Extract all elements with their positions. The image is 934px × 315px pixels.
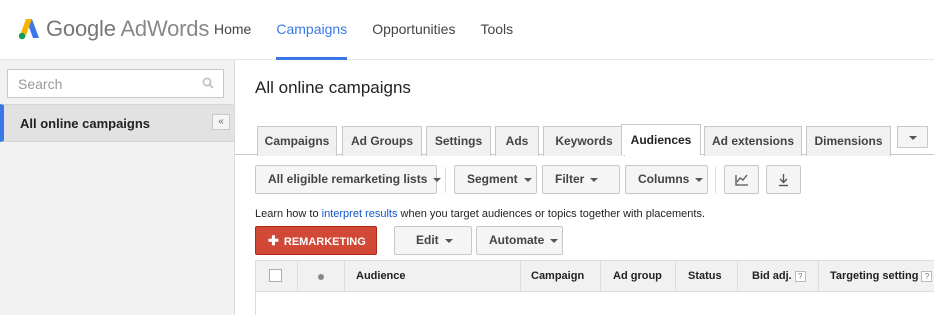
toolbar-divider xyxy=(715,167,716,193)
chevron-down-icon xyxy=(695,177,704,182)
info-text: Learn how to interpret results when you … xyxy=(255,208,705,220)
collapse-sidebar-button[interactable]: « xyxy=(212,114,230,130)
sidebar-search xyxy=(7,69,224,98)
plus-icon: ✚ xyxy=(268,233,279,248)
sidebar: All online campaigns « xyxy=(0,60,235,315)
nav-campaigns[interactable]: Campaigns xyxy=(276,0,348,60)
filter-label: Filter xyxy=(555,172,585,186)
chevron-down-icon xyxy=(909,136,917,140)
columns-label: Columns xyxy=(638,172,690,186)
tab-audiences[interactable]: Audiences xyxy=(621,124,701,155)
adwords-logo-icon xyxy=(18,19,39,40)
nav-opportunities[interactable]: Opportunities xyxy=(372,0,455,60)
remarketing-label: REMARKETING xyxy=(283,236,366,248)
filter-dropdown[interactable]: Filter xyxy=(542,165,620,194)
column-ad-group[interactable]: Ad group xyxy=(601,261,676,291)
more-tabs-button[interactable] xyxy=(897,126,928,148)
tab-ads[interactable]: Ads xyxy=(495,126,539,156)
tab-settings[interactable]: Settings xyxy=(426,126,491,156)
chevron-down-icon xyxy=(444,238,453,243)
status-dot-icon xyxy=(318,274,324,280)
column-bid-adj[interactable]: Bid adj.? xyxy=(738,261,819,291)
tab-dimensions[interactable]: Dimensions xyxy=(806,126,891,156)
tab-campaigns[interactable]: Campaigns xyxy=(257,126,337,156)
add-remarketing-button[interactable]: ✚ REMARKETING xyxy=(255,226,377,255)
tab-ad-groups[interactable]: Ad Groups xyxy=(342,126,422,156)
tab-keywords[interactable]: Keywords xyxy=(543,126,625,156)
line-chart-icon xyxy=(735,174,748,186)
targeting-setting-label: Targeting setting xyxy=(830,270,919,282)
table-body xyxy=(255,292,934,315)
edit-label: Edit xyxy=(416,233,439,247)
chevron-down-icon xyxy=(523,177,532,182)
main-nav: Home Campaigns Opportunities Tools xyxy=(214,0,538,60)
info-text-before: Learn how to xyxy=(255,208,322,220)
toolbar-divider xyxy=(445,167,446,193)
help-icon[interactable]: ? xyxy=(921,270,933,282)
info-text-after: when you target audiences or topics toge… xyxy=(397,208,706,220)
automate-dropdown[interactable]: Automate xyxy=(476,226,563,255)
edit-dropdown[interactable]: Edit xyxy=(394,226,472,255)
chevron-down-icon xyxy=(590,177,599,182)
status-dot-column xyxy=(298,261,345,291)
remarketing-lists-label: All eligible remarketing lists xyxy=(268,172,428,186)
bid-adj-label: Bid adj. xyxy=(752,270,792,282)
search-input[interactable] xyxy=(8,70,188,97)
interpret-results-link[interactable]: interpret results xyxy=(322,208,398,220)
search-icon[interactable] xyxy=(202,77,214,89)
page-title: All online campaigns xyxy=(255,78,411,97)
column-campaign[interactable]: Campaign xyxy=(521,261,601,291)
chevron-down-icon xyxy=(550,238,559,243)
tab-bar: Campaigns Ad Groups Settings Ads Keyword… xyxy=(235,124,934,156)
top-bar: Google AdWords Home Campaigns Opportunit… xyxy=(0,0,934,60)
brand-name: Google AdWords xyxy=(46,16,210,41)
tab-ad-extensions[interactable]: Ad extensions xyxy=(704,126,802,156)
table-header: Audience Campaign Ad group Status Bid ad… xyxy=(255,260,934,292)
sidebar-item-all-online-campaigns[interactable]: All online campaigns « xyxy=(0,104,234,142)
adwords-logo[interactable]: Google AdWords xyxy=(18,14,209,44)
columns-dropdown[interactable]: Columns xyxy=(625,165,708,194)
remarketing-lists-dropdown[interactable]: All eligible remarketing lists xyxy=(255,165,442,194)
segment-label: Segment xyxy=(467,172,518,186)
column-status[interactable]: Status xyxy=(676,261,738,291)
sidebar-item-label: All online campaigns xyxy=(20,116,151,131)
nav-tools[interactable]: Tools xyxy=(480,0,513,60)
automate-label: Automate xyxy=(489,233,545,247)
select-all-checkbox[interactable] xyxy=(269,269,282,282)
column-targeting-setting[interactable]: Targeting setting? xyxy=(819,261,934,291)
nav-home[interactable]: Home xyxy=(214,0,251,60)
help-icon[interactable]: ? xyxy=(794,270,806,282)
column-audience[interactable]: Audience xyxy=(345,261,521,291)
download-icon xyxy=(779,174,788,187)
segment-dropdown[interactable]: Segment xyxy=(454,165,537,194)
download-button[interactable] xyxy=(766,165,801,194)
chevron-down-icon xyxy=(433,177,442,182)
select-all-cell xyxy=(256,261,298,291)
chart-toggle-button[interactable] xyxy=(724,165,759,194)
